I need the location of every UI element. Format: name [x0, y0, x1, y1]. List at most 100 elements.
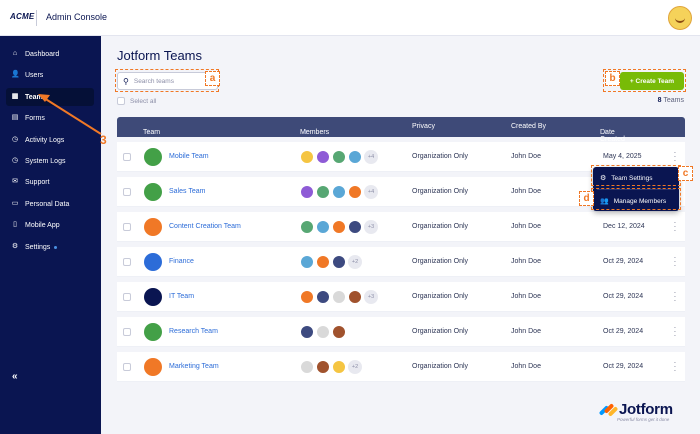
sidebar-item-users[interactable]: 👤 Users [6, 66, 94, 84]
table-row[interactable]: Finance +2 Organization Only John Doe Oct 29… [117, 247, 685, 277]
sidebar-item-support[interactable]: ✉ Support [6, 173, 94, 191]
more-members-count[interactable]: +4 [364, 150, 378, 164]
sidebar-item-personal-data[interactable]: ▭ Personal Data [6, 195, 94, 213]
sort-icon: ⇕ [303, 130, 309, 136]
select-all[interactable]: Select all [117, 97, 156, 105]
created-by-value: John Doe [511, 363, 541, 370]
member-avatar [332, 185, 346, 199]
date-created-value: Oct 29, 2024 [603, 258, 644, 265]
team-name-link[interactable]: Finance [169, 258, 194, 265]
row-checkbox[interactable] [123, 363, 131, 371]
team-name-link[interactable]: Research Team [169, 328, 218, 335]
sidebar-item-settings[interactable]: ⚙ Settings [6, 238, 94, 256]
team-count-label: Teams [661, 97, 684, 104]
more-actions-icon[interactable]: ··· [672, 219, 678, 235]
member-avatar [332, 360, 346, 374]
more-members-count[interactable]: +3 [364, 290, 378, 304]
collapse-sidebar-icon[interactable]: « [12, 371, 18, 382]
member-avatar [332, 220, 346, 234]
sidebar-item-label: Settings [25, 243, 51, 251]
top-bar: ACME Admin Console [0, 0, 700, 36]
sidebar-item-dashboard[interactable]: ⌂ Dashboard [6, 45, 94, 63]
jotform-logo: Jotform [598, 401, 673, 418]
sidebar-item-label: Teams [25, 93, 47, 101]
team-name-link[interactable]: Marketing Team [169, 363, 219, 370]
row-checkbox[interactable] [123, 223, 131, 231]
members-avatars: +3 [300, 290, 378, 304]
team-avatar-icon [144, 183, 162, 201]
table-row[interactable]: IT Team +3 Organization Only John Doe Oct 29… [117, 282, 685, 312]
members-avatars [300, 325, 348, 339]
user-avatar[interactable] [668, 6, 692, 30]
privacy-value: Organization Only [412, 363, 469, 370]
sort-icon: ⇕ [146, 130, 152, 136]
member-avatar [300, 360, 314, 374]
select-all-checkbox[interactable] [117, 97, 125, 105]
team-name-link[interactable]: Mobile Team [169, 153, 209, 160]
member-avatar [348, 220, 362, 234]
date-created-value: Dec 12, 2024 [603, 223, 645, 230]
team-name-link[interactable]: Content Creation Team [169, 223, 241, 230]
jotform-brand: Jotform [619, 401, 673, 418]
created-by-value: John Doe [511, 328, 541, 335]
members-avatars: +3 [300, 220, 378, 234]
more-members-count[interactable]: +2 [348, 255, 362, 269]
team-avatar-icon [144, 288, 162, 306]
more-actions-icon[interactable]: ··· [672, 149, 678, 165]
privacy-value: Organization Only [412, 153, 469, 160]
sidebar-item-teams[interactable]: ▦ Teams [6, 88, 94, 106]
date-created-value: May 4, 2025 [603, 153, 642, 160]
row-checkbox[interactable] [123, 153, 131, 161]
team-name-link[interactable]: IT Team [169, 293, 194, 300]
sidebar-item-forms[interactable]: ▤ Forms [6, 109, 94, 127]
more-members-count[interactable]: +2 [348, 360, 362, 374]
member-avatar [300, 255, 314, 269]
member-avatar [316, 325, 330, 339]
more-actions-icon[interactable]: ··· [672, 254, 678, 270]
team-avatar-icon [144, 253, 162, 271]
home-icon: ⌂ [12, 50, 18, 57]
member-avatar [300, 150, 314, 164]
date-created-value: Oct 29, 2024 [603, 328, 644, 335]
more-members-count[interactable]: +4 [364, 185, 378, 199]
more-members-count[interactable]: +3 [364, 220, 378, 234]
date-created-value: Oct 29, 2024 [603, 363, 644, 370]
privacy-value: Organization Only [412, 223, 469, 230]
privacy-value: Organization Only [412, 293, 469, 300]
members-avatars: +4 [300, 185, 378, 199]
sidebar-item-mobile-app[interactable]: ▯ Mobile App [6, 216, 94, 234]
team-avatar-icon [144, 148, 162, 166]
member-avatar [316, 360, 330, 374]
more-actions-icon[interactable]: ··· [672, 324, 678, 340]
page-title: Jotform Teams [117, 48, 203, 63]
callout-number-3: 3 [100, 133, 107, 147]
member-avatar [348, 185, 362, 199]
team-avatar-icon [144, 358, 162, 376]
sidebar-item-label: Dashboard [25, 50, 60, 58]
table-row[interactable]: Research Team Organization Only John Doe Oc… [117, 317, 685, 347]
sidebar-item-label: System Logs [25, 157, 66, 165]
acme-logo[interactable]: ACME [10, 12, 34, 21]
member-avatar [316, 220, 330, 234]
row-checkbox[interactable] [123, 258, 131, 266]
row-checkbox[interactable] [123, 188, 131, 196]
row-checkbox[interactable] [123, 328, 131, 336]
team-avatar-icon [144, 218, 162, 236]
more-actions-icon[interactable]: ··· [672, 359, 678, 375]
table-row[interactable]: Content Creation Team +3 Organization Only… [117, 212, 685, 242]
team-name-link[interactable]: Sales Team [169, 188, 205, 195]
row-checkbox[interactable] [123, 293, 131, 301]
sidebar-item-activity-logs[interactable]: ◷ Activity Logs [6, 131, 94, 149]
created-by-value: John Doe [511, 293, 541, 300]
team-count: 8 Teams [620, 97, 684, 104]
created-by-value: John Doe [511, 258, 541, 265]
table-row[interactable]: Marketing Team +2 Organization Only John Do… [117, 352, 685, 382]
sidebar-item-system-logs[interactable]: ◷ System Logs [6, 152, 94, 170]
member-avatar [332, 325, 346, 339]
logo-divider [36, 10, 37, 26]
more-actions-icon[interactable]: ··· [672, 289, 678, 305]
created-by-value: John Doe [511, 153, 541, 160]
table-header: Team ⇕ Members ⇕ Privacy Created By Date C… [117, 117, 685, 143]
privacy-value: Organization Only [412, 258, 469, 265]
gear-icon: ⚙ [11, 243, 19, 250]
